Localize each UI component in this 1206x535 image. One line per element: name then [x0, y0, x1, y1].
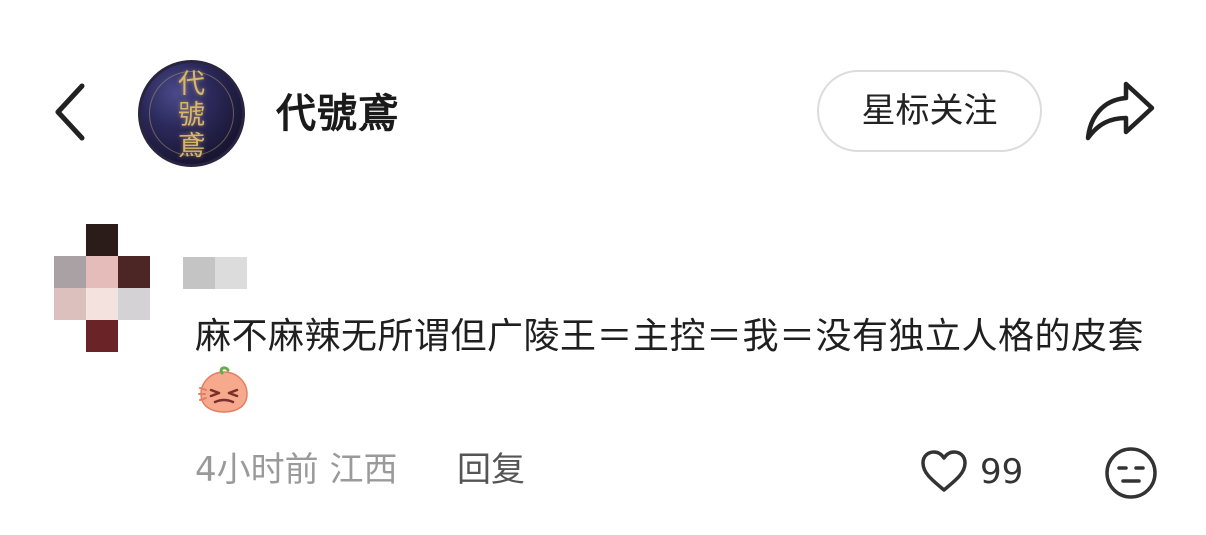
account-name[interactable]: 代號鳶: [276, 88, 399, 140]
meh-face-icon: [1105, 447, 1157, 499]
comment-page: 代號鳶 代號鳶 星标关注 麻不麻辣无所谓但广陵王＝主控＝我＝没有独立人格的皮套: [0, 0, 1206, 535]
share-arrow-icon: [1085, 81, 1155, 141]
comment-body: 麻不麻辣无所谓但广陵王＝主控＝我＝没有独立人格的皮套: [195, 308, 1165, 426]
like-button[interactable]: 99: [918, 446, 1038, 498]
comment-time: 4小时前: [195, 450, 319, 490]
heart-outline-icon: [921, 450, 967, 492]
peach-sob-emoji: [198, 366, 248, 413]
avatar-logo-text: 代號鳶: [178, 69, 205, 162]
chevron-left-icon: [55, 83, 85, 141]
back-button[interactable]: [48, 80, 96, 144]
reply-button[interactable]: 回复: [457, 446, 525, 494]
like-count: 99: [980, 452, 1024, 492]
comment-meta: 4小时前 江西: [195, 446, 397, 494]
share-button[interactable]: [1082, 78, 1158, 144]
dislike-button[interactable]: [1102, 444, 1160, 502]
commenter-name-redacted[interactable]: [183, 257, 247, 289]
comment-text: 麻不麻辣无所谓但广陵王＝主控＝我＝没有独立人格的皮套: [195, 316, 1145, 357]
star-follow-button[interactable]: 星标关注: [817, 70, 1042, 152]
commenter-avatar[interactable]: [54, 224, 150, 352]
comment-location: 江西: [329, 450, 398, 490]
account-avatar[interactable]: 代號鳶: [138, 60, 245, 167]
